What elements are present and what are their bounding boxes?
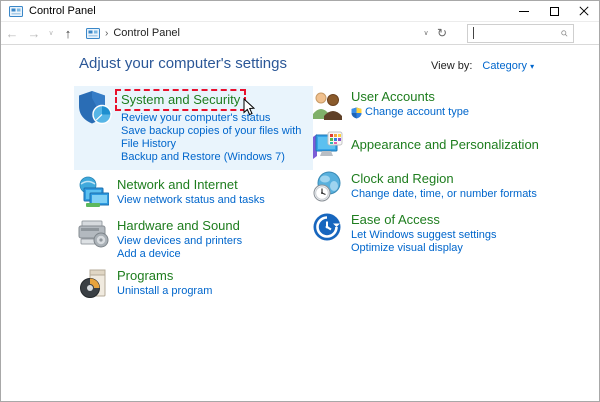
task-link[interactable]: Review your computer's status [121, 112, 309, 125]
category-programs: Programs Uninstall a program [77, 267, 313, 304]
category-ease-of-access: Ease of Access Let Windows suggest setti… [311, 211, 593, 255]
breadcrumb[interactable]: Control Panel [113, 27, 180, 39]
appearance-icon[interactable] [311, 129, 343, 166]
programs-link[interactable]: Programs [117, 268, 173, 284]
control-panel-icon [9, 5, 23, 17]
control-panel-icon [86, 27, 100, 39]
category-hardware-and-sound: Hardware and Sound View devices and prin… [77, 217, 313, 261]
page-title: Adjust your computer's settings [79, 55, 287, 72]
annotation-box: System and Security [115, 89, 256, 116]
category-clock-and-region: Clock and Region Change date, time, or n… [311, 170, 593, 207]
network-icon[interactable] [77, 176, 110, 213]
hardware-and-sound-link[interactable]: Hardware and Sound [117, 218, 240, 234]
task-link-label: Change account type [365, 106, 469, 118]
system-security-icon[interactable] [77, 89, 113, 132]
recent-pages-chevron-icon[interactable]: ∨ [45, 30, 57, 37]
left-column: System and Security Review your computer… [74, 86, 313, 310]
task-link[interactable]: Let Windows suggest settings [351, 229, 593, 242]
category-user-accounts: User Accounts Change account type [311, 88, 593, 125]
window-title: Control Panel [29, 5, 96, 17]
clock-and-region-link[interactable]: Clock and Region [351, 171, 454, 187]
control-panel-window: Control Panel ← → ∨ ↑ › Control Panel ∨ … [0, 0, 600, 402]
user-accounts-icon[interactable] [311, 88, 343, 125]
navigation-bar: ← → ∨ ↑ › Control Panel ∨ ↻ [1, 22, 599, 45]
task-link[interactable]: Optimize visual display [351, 242, 593, 255]
task-link[interactable]: Backup and Restore (Windows 7) [121, 151, 309, 164]
view-by-label: View by: [431, 60, 473, 72]
breadcrumb-chevron-icon: › [105, 27, 109, 39]
forward-icon[interactable]: → [23, 27, 45, 40]
refresh-icon[interactable]: ↻ [433, 26, 451, 40]
search-input[interactable] [473, 25, 562, 41]
user-accounts-link[interactable]: User Accounts [351, 89, 435, 105]
appearance-and-personalization-link[interactable]: Appearance and Personalization [351, 137, 539, 153]
up-icon[interactable]: ↑ [57, 27, 79, 40]
system-and-security-link[interactable]: System and Security [121, 92, 240, 108]
programs-icon[interactable] [77, 267, 109, 304]
titlebar: Control Panel [1, 1, 599, 22]
ease-of-access-link[interactable]: Ease of Access [351, 212, 440, 228]
view-by-control: View by: Category ▾ [431, 60, 534, 72]
hardware-icon[interactable] [77, 217, 109, 254]
clock-region-icon[interactable] [311, 170, 343, 207]
category-network-and-internet: Network and Internet View network status… [77, 176, 313, 213]
network-and-internet-link[interactable]: Network and Internet [117, 177, 238, 193]
category-appearance-and-personalization: Appearance and Personalization [311, 129, 593, 166]
minimize-button[interactable] [509, 1, 539, 21]
task-link[interactable]: Change date, time, or number formats [351, 188, 593, 201]
task-link[interactable]: Uninstall a program [117, 285, 313, 298]
close-icon [579, 6, 589, 16]
task-link[interactable]: Add a device [117, 248, 313, 261]
address-bar[interactable]: › Control Panel ∨ ↻ [81, 23, 453, 43]
search-icon [561, 29, 568, 37]
back-icon[interactable]: ← [1, 27, 23, 40]
view-by-dropdown[interactable]: Category [482, 60, 527, 72]
maximize-icon [549, 6, 559, 16]
close-button[interactable] [569, 1, 599, 21]
task-link[interactable]: Save backup copies of your files with Fi… [121, 125, 309, 151]
right-column: User Accounts Change account type Appear… [311, 88, 593, 261]
address-dropdown-icon[interactable]: ∨ [419, 29, 433, 37]
search-box[interactable] [467, 23, 574, 43]
main-content: Adjust your computer's settings View by:… [1, 46, 599, 401]
task-link[interactable]: Change account type [351, 106, 593, 119]
minimize-icon [519, 10, 529, 12]
category-system-and-security: System and Security Review your computer… [74, 86, 313, 170]
mouse-cursor [243, 98, 256, 116]
chevron-down-icon: ▾ [530, 62, 535, 71]
task-link[interactable]: View network status and tasks [117, 194, 313, 207]
task-link[interactable]: View devices and printers [117, 235, 313, 248]
uac-shield-icon [351, 107, 362, 119]
maximize-button[interactable] [539, 1, 569, 21]
ease-of-access-icon[interactable] [311, 211, 343, 248]
